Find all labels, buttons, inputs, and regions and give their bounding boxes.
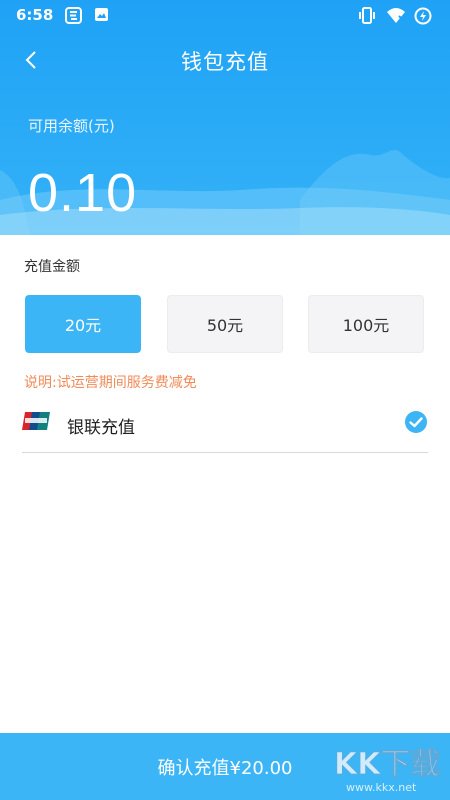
status-time: 6:58 bbox=[16, 6, 54, 24]
app-notification-icon bbox=[65, 7, 82, 24]
unionpay-icon bbox=[22, 412, 50, 430]
amount-option-50[interactable]: 50元 bbox=[167, 295, 283, 353]
confirm-recharge-button[interactable]: 确认充值¥20.00 bbox=[0, 733, 450, 800]
balance-label: 可用余额(元) bbox=[28, 117, 115, 135]
vibrate-icon bbox=[359, 7, 375, 24]
battery-saver-icon bbox=[414, 7, 432, 25]
amount-option-20[interactable]: 20元 bbox=[25, 295, 141, 353]
confirm-recharge-label: 确认充值¥20.00 bbox=[157, 757, 293, 779]
status-bar: 6:58 bbox=[0, 0, 450, 30]
amount-option-100[interactable]: 100元 bbox=[308, 295, 424, 353]
check-circle-icon[interactable] bbox=[404, 410, 428, 434]
payment-method-label: 银联充值 bbox=[67, 418, 135, 438]
page-title: 钱包充值 bbox=[181, 50, 269, 74]
image-notification-icon bbox=[95, 8, 108, 21]
recharge-amount-label: 充值金额 bbox=[24, 259, 80, 275]
payment-method-unionpay[interactable]: 银联充值 bbox=[22, 400, 428, 453]
navigation-bar: 钱包充值 bbox=[0, 30, 450, 90]
balance-value: 0.10 bbox=[28, 163, 138, 223]
header-banner: 6:58 钱包充值 可用余额(元) 0.10 bbox=[0, 0, 450, 235]
wifi-icon bbox=[387, 8, 405, 23]
service-fee-note: 说明:试运营期间服务费减免 bbox=[24, 375, 197, 391]
